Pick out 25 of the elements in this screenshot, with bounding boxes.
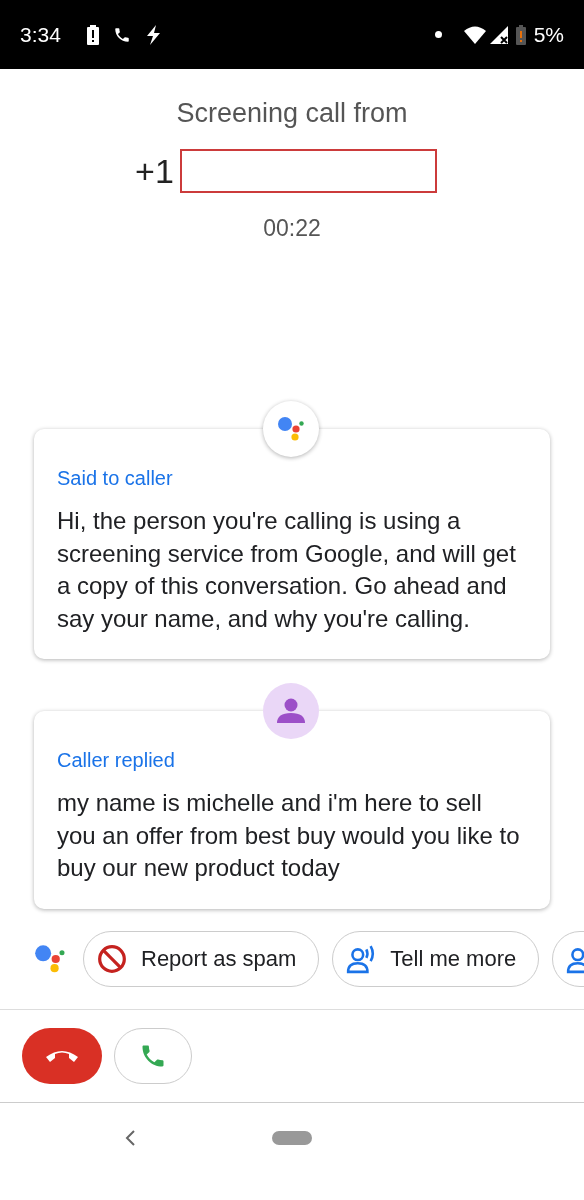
home-handle[interactable]	[272, 1130, 312, 1145]
number-prefix: +1	[135, 150, 174, 192]
person-speaking-icon	[346, 943, 377, 974]
wifi-icon	[463, 25, 486, 44]
message-label: Said to caller	[57, 466, 174, 491]
suggestion-chip[interactable]: Report as spam	[83, 930, 320, 987]
assistant-icon	[34, 942, 66, 975]
message-text: my name is michelle and i'm here to sell you an offer from best buy would you like to buy our new product today	[57, 788, 521, 883]
call-timer: 00:22	[262, 213, 322, 243]
flash-icon	[144, 24, 161, 45]
suggestion-chip[interactable]: Tell me more	[332, 930, 540, 987]
status-time: 3:34	[20, 21, 61, 48]
notification-dot-icon	[434, 31, 442, 38]
person-icon	[276, 696, 306, 726]
message-label: Caller replied	[57, 748, 176, 773]
message-text: Hi, the person you're calling is using a screening service from Google, and will get a copy of this conversation. Go ahead and say your name, and why you're calling.	[57, 506, 517, 634]
battery-alert-icon	[86, 24, 99, 45]
battery-percentage: 5%	[533, 21, 564, 48]
block-icon	[97, 943, 127, 974]
back-icon[interactable]	[124, 1128, 136, 1147]
call-title: Screening call from	[175, 97, 409, 130]
signal-icon	[489, 25, 508, 44]
battery-low-icon	[515, 24, 526, 45]
assistant-icon	[277, 415, 305, 443]
phone-icon	[112, 25, 131, 44]
